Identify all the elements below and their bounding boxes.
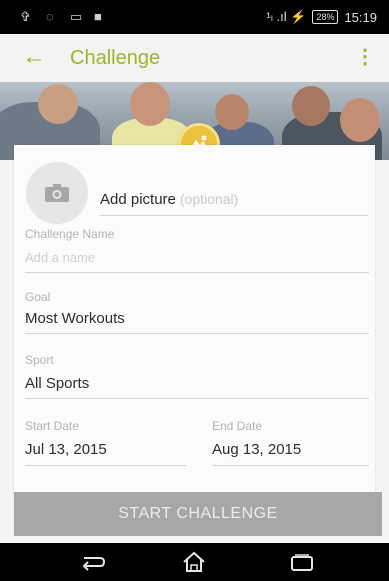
camera-icon (45, 184, 69, 202)
end-date-label: End Date (212, 419, 263, 433)
sport-label: Sport (25, 353, 54, 367)
divider (212, 465, 369, 466)
start-challenge-button[interactable]: START CHALLENGE (14, 492, 382, 536)
challenge-name-input[interactable]: Add a name (25, 250, 95, 265)
nav-recent-apps-icon[interactable] (282, 549, 322, 575)
nav-home-icon[interactable] (174, 549, 214, 575)
app-toolbar: ← Challenge ⋮ (0, 34, 389, 82)
signal-icon: ¹ₗ .ıl ⚡ (266, 9, 307, 24)
add-picture-label[interactable]: Add picture (optional) (100, 191, 238, 208)
goal-label: Goal (25, 290, 51, 304)
page-title: Challenge (70, 47, 161, 69)
end-date-field[interactable]: Aug 13, 2015 (212, 441, 301, 458)
divider (25, 465, 187, 466)
image-notification-icon: ■ (94, 9, 102, 24)
start-date-label: Start Date (25, 419, 80, 433)
optional-hint: (optional) (179, 191, 239, 207)
status-right: ¹ₗ .ıl ⚡ 28% 15:19 (266, 9, 377, 25)
divider (25, 398, 369, 399)
add-picture-button[interactable] (26, 162, 88, 224)
notification-icon: ▭ (70, 9, 83, 24)
divider (25, 333, 369, 334)
goal-select[interactable]: Most Workouts (25, 310, 125, 327)
usb-icon: ✞ (20, 9, 31, 24)
divider (25, 272, 369, 273)
challenge-name-label: Challenge Name (25, 227, 115, 241)
sport-select[interactable]: All Sports (25, 375, 89, 392)
back-arrow-icon[interactable]: ← (18, 42, 50, 74)
system-nav-bar (0, 543, 389, 581)
clock: 15:19 (344, 9, 377, 25)
challenge-form-card: Add picture (optional) Challenge Name Add… (14, 145, 375, 495)
status-bar: ✞ ◌ ▭ ■ ¹ₗ .ıl ⚡ 28% 15:19 (0, 0, 389, 34)
start-date-field[interactable]: Jul 13, 2015 (25, 441, 107, 458)
wifi-icon: ◌ (46, 9, 54, 24)
divider (100, 215, 368, 216)
nav-back-icon[interactable] (72, 549, 112, 575)
overflow-menu-icon[interactable]: ⋮ (351, 42, 379, 74)
battery-icon: 28% (312, 10, 339, 24)
